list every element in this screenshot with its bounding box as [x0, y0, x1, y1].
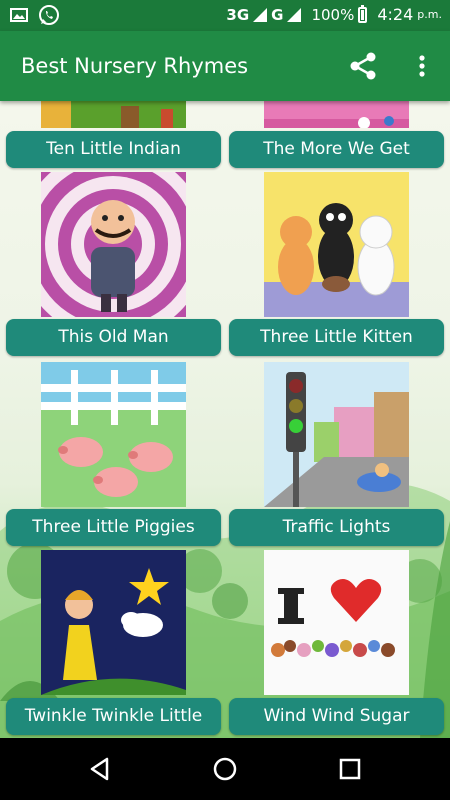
signal-icon-2: [287, 7, 302, 22]
home-circle-icon: [213, 757, 237, 781]
app-bar: Best Nursery Rhymes: [0, 31, 450, 101]
back-triangle-icon: [90, 757, 109, 781]
signal-icon: [253, 7, 268, 22]
system-nav-bar: [0, 738, 450, 800]
rhyme-grid: Ten Little Indian The More We Get This O…: [0, 101, 450, 738]
thumbnail-three-little-kitten: [264, 172, 409, 317]
status-bar: 3G G 100% 4:24 p.m.: [0, 0, 450, 31]
clock: 4:24: [377, 5, 414, 24]
app-title: Best Nursery Rhymes: [21, 54, 249, 78]
network-type-3g: 3G: [226, 5, 250, 24]
overflow-menu-button[interactable]: [410, 51, 434, 81]
rhyme-label: Wind Wind Sugar: [229, 698, 444, 735]
network-type-g: G: [271, 5, 284, 24]
thumbnail-three-little-piggies: [41, 362, 186, 507]
battery-icon: [358, 4, 368, 23]
thumbnail-twinkle-twinkle: [41, 550, 186, 695]
whatsapp-icon: [39, 5, 59, 25]
thumbnail-this-old-man: [41, 172, 186, 317]
rhyme-label: Ten Little Indian: [6, 131, 221, 168]
rhyme-label: Traffic Lights: [229, 509, 444, 546]
nav-home-button[interactable]: [212, 756, 238, 782]
rhyme-label: Three Little Kitten: [229, 319, 444, 356]
more-vert-icon: [419, 55, 425, 77]
rhyme-label: Twinkle Twinkle Little: [6, 698, 221, 735]
image-notification-icon: [10, 8, 28, 22]
nav-back-button[interactable]: [87, 756, 113, 782]
recents-square-icon: [339, 758, 361, 780]
thumbnail-traffic-lights: [264, 362, 409, 507]
rhyme-label: The More We Get: [229, 131, 444, 168]
share-button[interactable]: [347, 51, 381, 81]
battery-percent: 100%: [311, 5, 355, 24]
nav-recents-button[interactable]: [337, 756, 363, 782]
clock-ampm: p.m.: [417, 8, 442, 21]
rhyme-label: Three Little Piggies: [6, 509, 221, 546]
thumbnail-wind-wind-sugar: [264, 550, 409, 695]
share-icon: [350, 52, 376, 80]
thumbnail-ten-little-indian: [41, 101, 186, 128]
thumbnail-the-more-we-get: [264, 101, 409, 128]
rhyme-label: This Old Man: [6, 319, 221, 356]
